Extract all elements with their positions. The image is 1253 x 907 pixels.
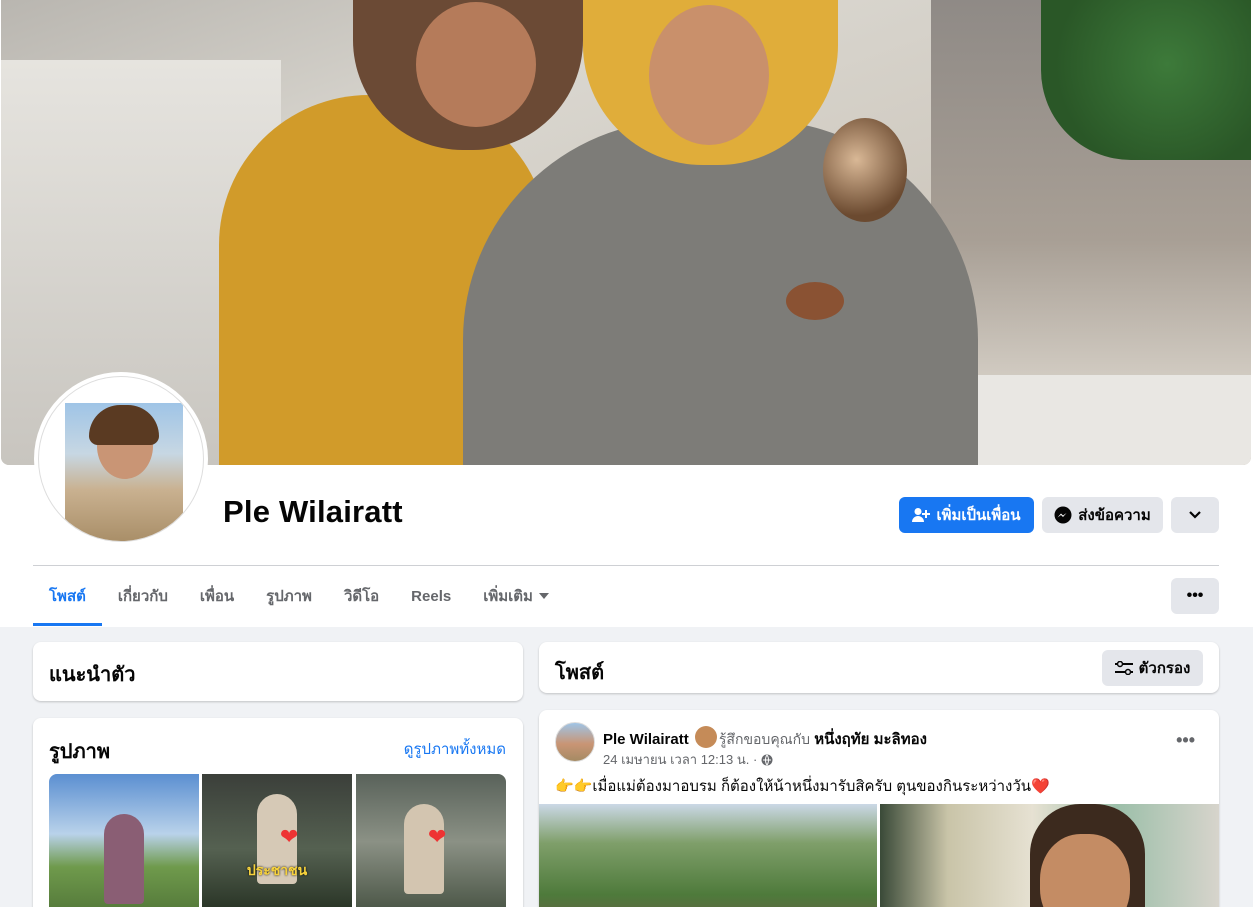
caret-down-icon (538, 593, 549, 599)
add-friend-icon (912, 507, 931, 523)
cover-photo[interactable] (1, 0, 1251, 465)
post-meta: 24 เมษายน เวลา 12:13 น. · (603, 749, 773, 770)
tab-posts[interactable]: โพสต์ (33, 566, 102, 626)
filter-button[interactable]: ตัวกรอง (1102, 650, 1203, 686)
cover-face-child (649, 5, 769, 145)
thumb-person (404, 804, 444, 894)
posts-header-card: โพสต์ ตัวกรอง (539, 642, 1219, 693)
heart-icon: ❤ (280, 824, 299, 849)
cover-face-adult (416, 2, 536, 127)
grateful-emoji-icon (694, 726, 717, 748)
tabs-overflow-button[interactable]: ••• (1171, 578, 1219, 614)
tab-friends-label: เพื่อน (199, 588, 235, 605)
tab-reels-label: Reels (411, 587, 452, 605)
post-image-face (1040, 834, 1130, 907)
post-header-line: Ple Wilairatt รู้สึกขอบคุณกับ หนึ่งฤทัย … (603, 726, 927, 751)
cover-ornament (823, 118, 907, 222)
profile-avatar-image (38, 376, 204, 542)
more-dots-icon: ••• (1186, 587, 1204, 604)
profile-header: Ple Wilairatt เพิ่มเป็นเพื่อน ส่งข้อความ… (0, 0, 1253, 627)
tab-reels[interactable]: Reels (395, 566, 467, 626)
tab-videos[interactable]: วิดีโอ (328, 566, 395, 626)
post-feeling-text: รู้สึกขอบคุณกับ (718, 731, 811, 747)
filter-icon (1114, 661, 1133, 675)
thumb-caption: ประชาชน (246, 862, 308, 878)
tab-videos-label: วิดีโอ (343, 588, 380, 605)
post-card: Ple Wilairatt รู้สึกขอบคุณกับ หนึ่งฤทัย … (539, 710, 1219, 907)
cover-tree (1041, 0, 1251, 160)
tab-about-label: เกี่ยวกับ (117, 588, 168, 605)
post-author-name[interactable]: Ple Wilairatt (603, 731, 689, 748)
post-image[interactable] (880, 804, 1219, 907)
tab-more-label: เพิ่มเติม (483, 588, 533, 605)
photos-title: รูปภาพ (49, 741, 111, 763)
posts-title: โพสต์ (555, 662, 605, 684)
post-options-button[interactable]: ••• (1176, 730, 1195, 751)
tab-photos-label: รูปภาพ (266, 588, 312, 605)
chevron-down-icon (1188, 510, 1202, 520)
post-tagged-person[interactable]: หนึ่งฤทัย มะลิทอง (814, 731, 927, 748)
cover-suit-badge (786, 282, 844, 320)
photo-thumbnail[interactable]: ❤ ประชาชน (202, 774, 352, 907)
tab-more[interactable]: เพิ่มเติม (467, 566, 565, 626)
photo-thumbnail[interactable] (49, 774, 199, 907)
more-actions-button[interactable] (1171, 497, 1219, 533)
post-text: 👉👉เมื่อแม่ต้องมาอบรม ก็ต้องให้น้าหนึ่งมา… (555, 778, 1050, 795)
profile-name: Ple Wilairatt (223, 494, 403, 529)
post-author-avatar[interactable] (555, 722, 595, 762)
heart-icon: ❤ (428, 824, 447, 849)
intro-title: แนะนำตัว (49, 664, 136, 686)
message-button[interactable]: ส่งข้อความ (1042, 497, 1163, 533)
post-image[interactable] (539, 804, 877, 907)
photos-card: รูปภาพ ดูรูปภาพทั้งหมด ❤ ประชาชน ❤ (33, 718, 523, 907)
add-friend-label: เพิ่มเป็นเพื่อน (936, 507, 1021, 524)
tab-photos[interactable]: รูปภาพ (250, 566, 328, 626)
profile-tabs: โพสต์ เกี่ยวกับ เพื่อน รูปภาพ วิดีโอ Ree… (33, 566, 565, 626)
tab-posts-label: โพสต์ (49, 588, 86, 605)
messenger-icon (1054, 506, 1072, 524)
tab-friends[interactable]: เพื่อน (184, 566, 250, 626)
photo-thumbnail[interactable]: ❤ (356, 774, 506, 907)
globe-icon (761, 754, 773, 766)
post-timestamp[interactable]: 24 เมษายน เวลา 12:13 น. · (603, 749, 757, 770)
message-label: ส่งข้อความ (1078, 507, 1151, 524)
see-all-photos-link[interactable]: ดูรูปภาพทั้งหมด (404, 737, 506, 761)
filter-label: ตัวกรอง (1138, 660, 1191, 677)
add-friend-button[interactable]: เพิ่มเป็นเพื่อน (899, 497, 1034, 533)
profile-avatar[interactable] (34, 372, 208, 546)
thumb-person (104, 814, 144, 904)
intro-card: แนะนำตัว (33, 642, 523, 701)
tab-about[interactable]: เกี่ยวกับ (102, 566, 184, 626)
